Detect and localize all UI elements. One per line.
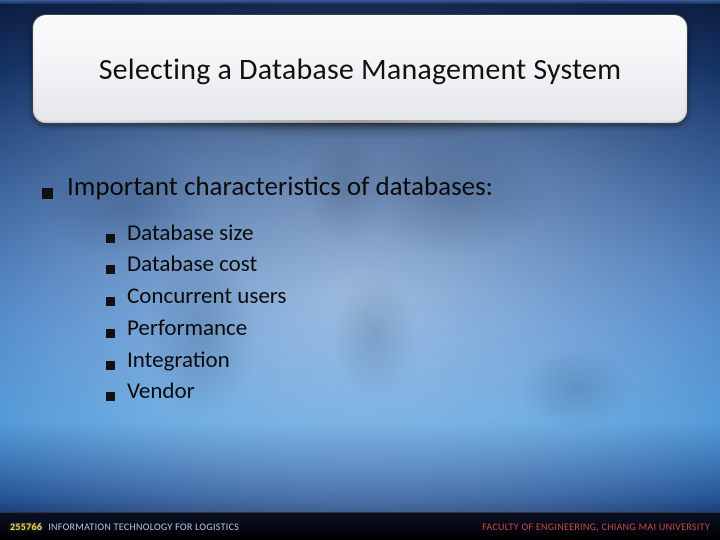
list-item: Performance xyxy=(106,313,678,345)
square-bullet-icon xyxy=(106,297,115,306)
course-code: 255766 xyxy=(10,520,42,533)
course-name: INFORMATION TECHNOLOGY FOR LOGISTICS xyxy=(48,520,239,533)
square-bullet-icon xyxy=(106,234,115,243)
sub-point-text: Concurrent users xyxy=(127,281,286,313)
square-bullet-icon xyxy=(106,392,115,401)
title-shadow xyxy=(32,120,688,148)
content-area: Important characteristics of databases: … xyxy=(42,170,678,408)
sub-bullet-list: Database size Database cost Concurrent u… xyxy=(106,218,678,408)
slide-title: Selecting a Database Management System xyxy=(99,51,622,88)
list-item: Database cost xyxy=(106,249,678,281)
square-bullet-icon xyxy=(106,265,115,274)
sub-point-text: Database size xyxy=(127,218,253,250)
bullet-level1: Important characteristics of databases: xyxy=(42,170,678,204)
footer-affiliation: FACULTY OF ENGINEERING, CHIANG MAI UNIVE… xyxy=(482,520,710,533)
top-border-strip xyxy=(0,0,720,4)
footer-bar: 255766 INFORMATION TECHNOLOGY FOR LOGIST… xyxy=(0,512,720,540)
square-bullet-icon xyxy=(106,329,115,338)
list-item: Database size xyxy=(106,218,678,250)
footer-left: 255766 INFORMATION TECHNOLOGY FOR LOGIST… xyxy=(10,520,239,533)
sub-point-text: Vendor xyxy=(127,376,195,408)
list-item: Concurrent users xyxy=(106,281,678,313)
sub-point-text: Integration xyxy=(127,345,230,377)
sub-point-text: Database cost xyxy=(127,249,257,281)
main-point-text: Important characteristics of databases: xyxy=(67,170,493,204)
list-item: Integration xyxy=(106,345,678,377)
list-item: Vendor xyxy=(106,376,678,408)
title-plate: Selecting a Database Management System xyxy=(32,14,688,124)
square-bullet-icon xyxy=(106,361,115,370)
square-bullet-icon xyxy=(42,188,53,199)
sub-point-text: Performance xyxy=(127,313,247,345)
